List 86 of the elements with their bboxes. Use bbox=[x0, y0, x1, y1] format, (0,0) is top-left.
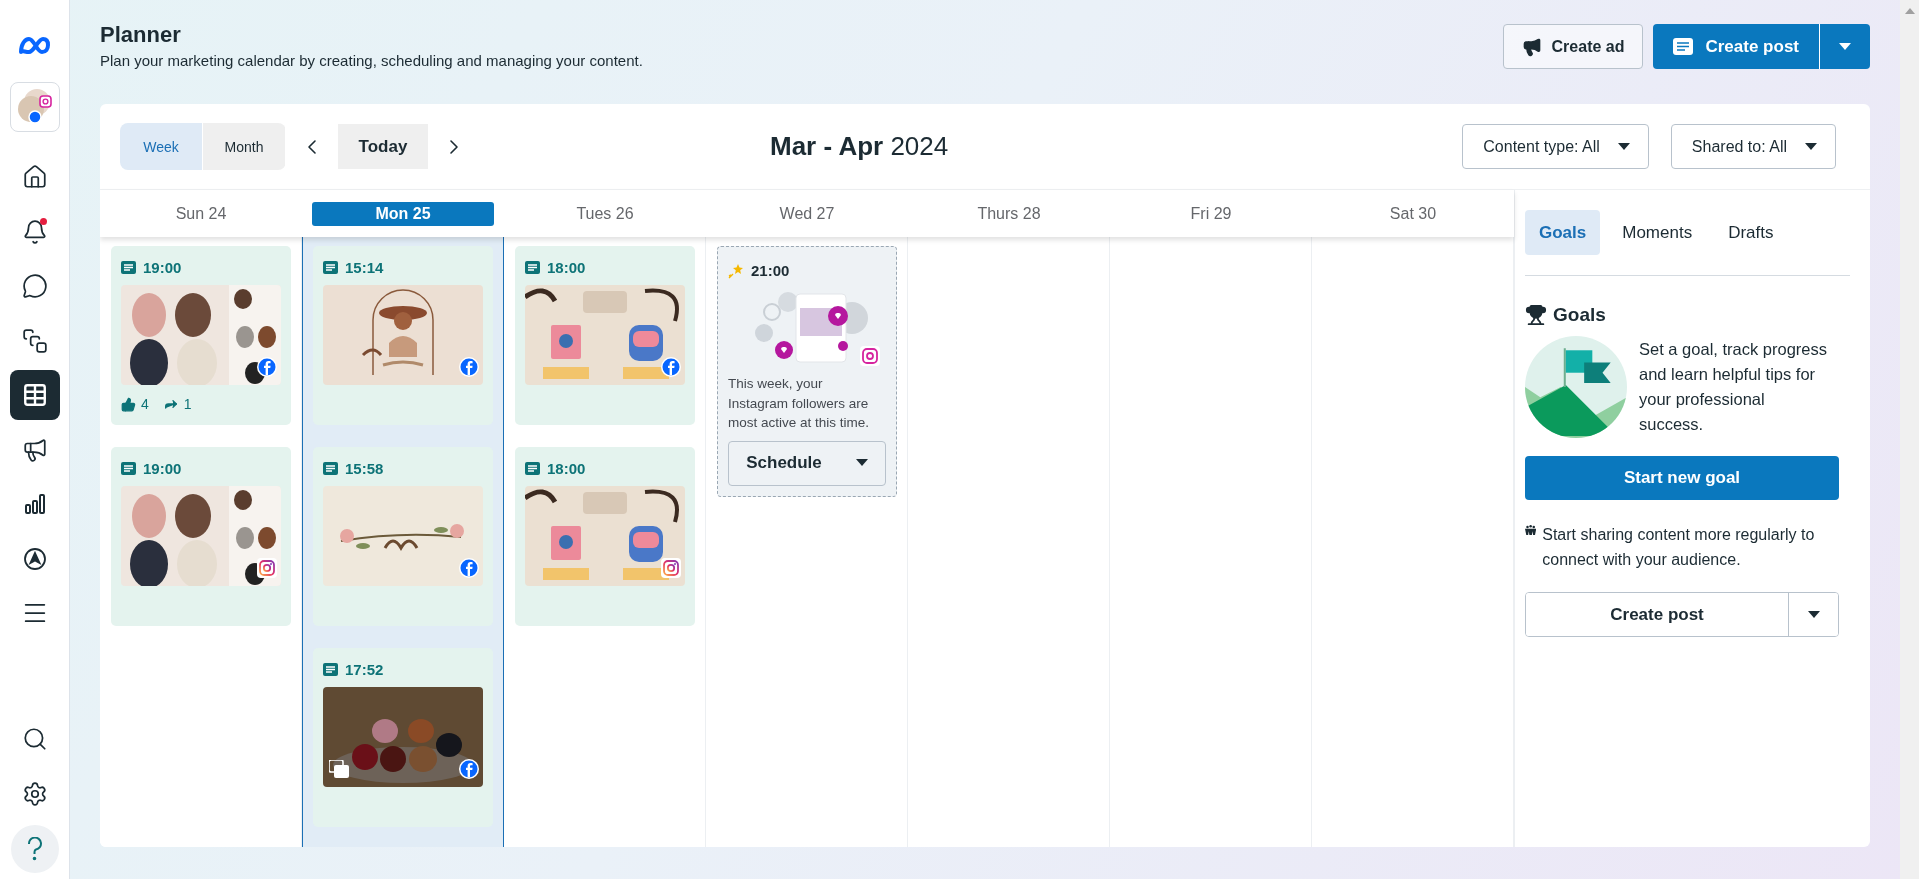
day-header[interactable]: Sat 30 bbox=[1322, 201, 1504, 226]
goals-title: Goals bbox=[1553, 304, 1606, 326]
trophy-icon bbox=[1525, 304, 1547, 326]
post-time: 18:00 bbox=[547, 259, 586, 276]
calendar-grid-icon bbox=[21, 382, 48, 408]
sharing-tip: Start sharing content more regularly to connect with your audience. bbox=[1542, 525, 1816, 570]
sparkle-star-icon bbox=[728, 262, 744, 279]
facebook-icon bbox=[459, 759, 479, 779]
post-time: 15:14 bbox=[345, 259, 384, 276]
post-card[interactable]: 15:58 bbox=[313, 447, 493, 626]
filter-dropdown[interactable]: Shared to: All bbox=[1670, 124, 1836, 169]
post-icon bbox=[525, 261, 540, 274]
audience-icon bbox=[1525, 522, 1537, 538]
caret-icon bbox=[1617, 142, 1630, 151]
facebook-icon bbox=[459, 558, 479, 578]
post-icon bbox=[525, 462, 540, 475]
search-icon bbox=[21, 726, 48, 752]
panel-tab[interactable]: Moments bbox=[1608, 210, 1707, 255]
facebook-icon bbox=[257, 357, 277, 377]
filter-dropdown[interactable]: Content type: All bbox=[1462, 124, 1649, 169]
day-header[interactable]: Thurs 28 bbox=[918, 201, 1100, 226]
post-icon bbox=[121, 462, 136, 475]
post-time: 18:00 bbox=[547, 460, 586, 477]
caret-icon bbox=[855, 459, 868, 467]
caret-icon bbox=[1807, 610, 1820, 619]
meta-logo[interactable] bbox=[17, 36, 52, 56]
post-icon bbox=[121, 261, 136, 274]
post-card[interactable]: 17:52 bbox=[313, 648, 493, 827]
view-toggle[interactable]: Month bbox=[203, 123, 285, 170]
create-post-menu-button[interactable] bbox=[1819, 24, 1870, 69]
start-new-goal-button[interactable]: Start new goal bbox=[1525, 456, 1839, 500]
schedule-button[interactable]: Schedule bbox=[728, 440, 886, 486]
like-icon bbox=[121, 396, 136, 412]
caret-icon bbox=[1805, 142, 1817, 151]
like-count: 4 bbox=[141, 396, 149, 412]
today-button[interactable]: Today bbox=[338, 124, 428, 169]
post-icon bbox=[323, 663, 338, 676]
day-header[interactable]: Fri 29 bbox=[1120, 201, 1302, 226]
panel-tab[interactable]: Goals bbox=[1525, 210, 1601, 255]
account-avatar[interactable] bbox=[9, 82, 60, 132]
view-toggle[interactable]: Week bbox=[120, 123, 202, 170]
post-time: 15:58 bbox=[345, 460, 384, 477]
day-header[interactable]: Tues 26 bbox=[514, 201, 696, 226]
post-card[interactable]: 18:00 bbox=[515, 246, 695, 425]
suggestion-text: This week, your Instagram followers are most active at this time. bbox=[728, 375, 871, 432]
day-header[interactable]: Mon 25 bbox=[312, 201, 494, 226]
panel-tab[interactable]: Drafts bbox=[1714, 210, 1788, 255]
post-time: 19:00 bbox=[143, 259, 182, 276]
suggested-time: 21:00 bbox=[751, 262, 790, 279]
instagram-icon bbox=[257, 558, 277, 578]
caret-icon bbox=[1839, 42, 1851, 51]
planner-nav-button[interactable] bbox=[9, 370, 60, 420]
page-title: Planner bbox=[100, 22, 182, 48]
notification-dot bbox=[39, 217, 47, 225]
instagram-icon bbox=[661, 558, 681, 578]
page-subtitle: Plan your marketing calendar by creating, scheduling and managing your content. bbox=[100, 52, 643, 69]
post-icon bbox=[1673, 38, 1694, 55]
home-icon bbox=[21, 164, 48, 190]
post-card[interactable]: 19:00 4 1 bbox=[111, 246, 291, 425]
help-icon bbox=[26, 837, 43, 861]
day-header[interactable]: Wed 27 bbox=[716, 201, 898, 226]
date-range: Mar - Apr 2024 bbox=[770, 131, 949, 162]
facebook-icon bbox=[661, 357, 681, 377]
megaphone-icon bbox=[1521, 36, 1542, 57]
post-card[interactable]: 19:00 bbox=[111, 447, 291, 626]
create-post-button[interactable]: Create post bbox=[1526, 593, 1789, 636]
post-card[interactable]: 18:00 bbox=[515, 447, 695, 626]
bar-chart-icon bbox=[22, 492, 47, 516]
post-time: 17:52 bbox=[345, 661, 384, 678]
facebook-icon bbox=[459, 357, 479, 377]
day-header[interactable]: Sun 24 bbox=[110, 201, 292, 226]
chat-bubble-icon bbox=[21, 273, 48, 299]
post-icon bbox=[323, 261, 338, 274]
help-button[interactable] bbox=[10, 825, 59, 873]
goals-description: Set a goal, track progress and learn helpful tips for your professional success. bbox=[1639, 339, 1828, 435]
stacked-pages-icon bbox=[21, 327, 48, 354]
bell-icon bbox=[21, 218, 48, 245]
scrollbar[interactable] bbox=[1900, 0, 1919, 879]
post-card[interactable]: 15:14 bbox=[313, 246, 493, 425]
post-icon bbox=[323, 462, 338, 475]
settings-icon bbox=[21, 780, 48, 807]
megaphone-icon bbox=[21, 436, 48, 463]
share-count: 1 bbox=[183, 396, 192, 412]
create-ad-button[interactable]: Create ad bbox=[1502, 24, 1644, 69]
create-post-button[interactable]: Create post bbox=[1653, 24, 1819, 69]
post-time: 19:00 bbox=[143, 460, 182, 477]
